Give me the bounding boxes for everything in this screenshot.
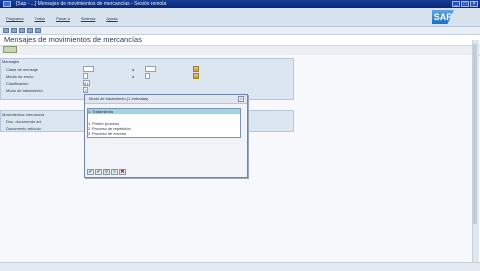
multiple-selection-icon[interactable]: ⇨ bbox=[193, 73, 199, 79]
window-title: [Sap - ...] Mensajes de movimientos de m… bbox=[16, 1, 167, 7]
menu-item-sistema[interactable]: Sistema bbox=[81, 16, 95, 21]
messages-group-title: Mensajes bbox=[2, 59, 20, 64]
window-controls: _ □ × bbox=[452, 1, 478, 7]
sort-icon[interactable]: ⇳ bbox=[111, 169, 118, 175]
search-icon[interactable]: ⚲ bbox=[103, 169, 110, 175]
menu-item-pasar-a[interactable]: Pasar a bbox=[56, 16, 70, 21]
confirm-icon[interactable]: ✔ bbox=[87, 169, 94, 175]
close-icon[interactable]: × bbox=[470, 1, 478, 7]
standard-toolbar bbox=[0, 27, 480, 35]
transmission-medium-to-field[interactable] bbox=[145, 73, 150, 79]
menu-item-tratar[interactable]: Tratar bbox=[35, 16, 46, 21]
transmission-medium-from-field[interactable] bbox=[83, 73, 88, 79]
maximize-icon[interactable]: □ bbox=[461, 1, 469, 7]
list-item[interactable]: 1 Tratamiento bbox=[88, 109, 240, 114]
transmission-medium-to-label: a bbox=[132, 74, 135, 79]
movements-group-title: Movimientos mercancía bbox=[2, 112, 45, 117]
save-icon[interactable] bbox=[11, 28, 17, 33]
material-document-label: Documento artículo bbox=[6, 126, 41, 131]
title-bar: [Sap - ...] Mensajes de movimientos de m… bbox=[0, 0, 480, 8]
check-icon[interactable]: ✔ bbox=[95, 169, 102, 175]
classification-label: Clasificación bbox=[6, 81, 29, 86]
cancel-icon[interactable] bbox=[35, 28, 41, 33]
message-type-to-label: a bbox=[132, 67, 135, 72]
exit-icon[interactable] bbox=[27, 28, 33, 33]
menu-item-programa[interactable]: Programa bbox=[6, 16, 24, 21]
execute-icon[interactable] bbox=[3, 46, 17, 53]
minimize-icon[interactable]: _ bbox=[452, 1, 460, 7]
message-type-label: Clase de mensaje bbox=[6, 67, 39, 72]
menu-items: Programa Tratar Pasar a Sistema Ayuda bbox=[6, 16, 118, 21]
back-icon[interactable] bbox=[19, 28, 25, 33]
dialog-buttons: ✔ ✔ ⚲ ⇳ ✖ bbox=[87, 169, 126, 175]
processing-mode-field[interactable]: 1 bbox=[83, 87, 88, 93]
screen-title: Mensajes de movimientos de mercancías bbox=[4, 35, 142, 44]
list-item[interactable]: 3 Proceso de errores bbox=[88, 131, 240, 136]
list-item[interactable] bbox=[88, 115, 240, 120]
transmission-medium-label: Medio de envío bbox=[6, 74, 34, 79]
material-doc-year-label: Doc. documento art. bbox=[6, 119, 43, 124]
classification-field[interactable]: 01 bbox=[83, 80, 90, 86]
message-type-from-field[interactable] bbox=[83, 66, 94, 72]
window-icon bbox=[3, 1, 11, 7]
processing-mode-label: Modo de tratamiento bbox=[6, 88, 43, 93]
confirm-icon[interactable] bbox=[3, 28, 9, 33]
close-icon[interactable]: × bbox=[238, 96, 244, 102]
cancel-icon[interactable]: ✖ bbox=[119, 169, 126, 175]
menu-item-ayuda[interactable]: Ayuda bbox=[106, 16, 117, 21]
scrollbar-thumb[interactable] bbox=[473, 44, 477, 224]
message-type-to-field[interactable] bbox=[145, 66, 156, 72]
multiple-selection-icon[interactable]: ⇨ bbox=[193, 66, 199, 72]
dialog-title: Modo de tratamiento (1 entradas) bbox=[89, 96, 149, 101]
